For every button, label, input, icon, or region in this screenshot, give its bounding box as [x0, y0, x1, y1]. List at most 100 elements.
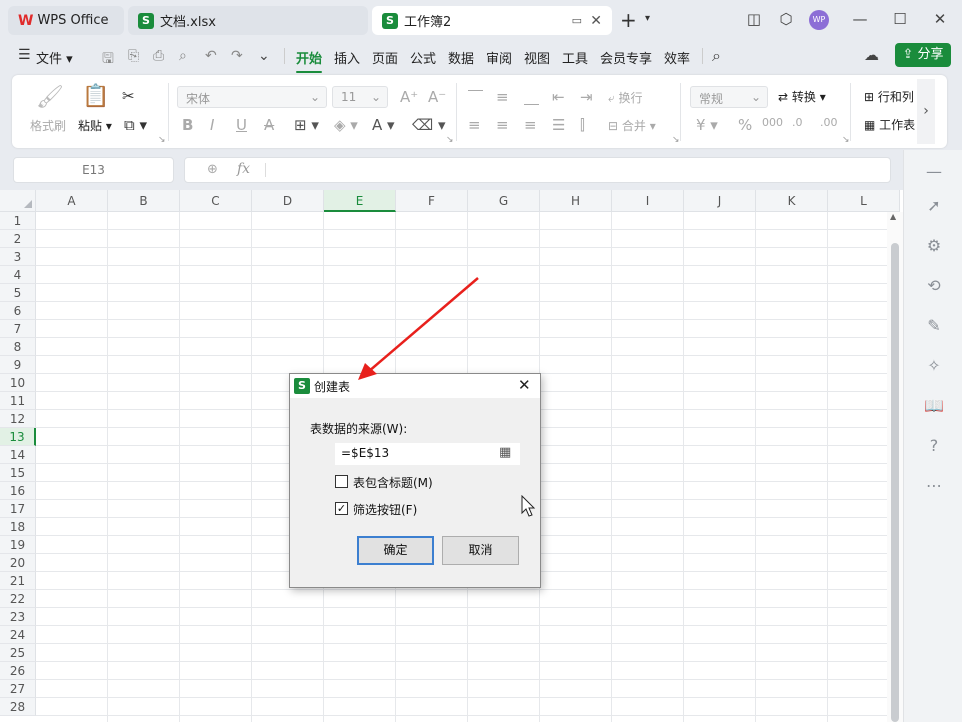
formula-bar[interactable]: ⊕ fx — [184, 157, 891, 183]
row-header[interactable]: 9 — [0, 356, 36, 374]
row-header[interactable]: 27 — [0, 680, 36, 698]
row-header[interactable]: 19 — [0, 536, 36, 554]
new-tab-button[interactable]: + — [620, 8, 637, 32]
tab-wps-office[interactable]: W WPS Office — [8, 6, 124, 35]
align-center-icon[interactable]: ≡ — [496, 116, 509, 134]
transform-icon[interactable]: ⟲ — [924, 276, 944, 295]
row-header[interactable]: 18 — [0, 518, 36, 536]
menu-insert[interactable]: 插入 — [334, 48, 360, 67]
expand-corner-icon[interactable]: ↘ — [158, 135, 166, 145]
align-right-icon[interactable]: ≡ — [524, 116, 537, 134]
name-box[interactable]: E13 — [13, 157, 174, 183]
underline-icon[interactable]: U — [236, 116, 247, 134]
justify-icon[interactable]: ☰ — [552, 116, 565, 134]
tab-workbook2[interactable]: S 工作簿2 ▭ ✕ — [372, 6, 612, 35]
row-header[interactable]: 1 — [0, 212, 36, 230]
increase-decimal-icon[interactable]: .0 — [792, 116, 803, 129]
save-icon[interactable]: 🖫 — [102, 48, 114, 72]
column-header[interactable]: G — [468, 190, 540, 212]
search-icon[interactable]: ⌕ — [712, 46, 721, 66]
align-middle-icon[interactable]: ≡ — [496, 88, 509, 106]
rows-columns-button[interactable]: ⊞ 行和列 — [864, 88, 916, 105]
undo-icon[interactable]: ↶ — [205, 48, 217, 64]
font-size-select[interactable]: 11 ⌄ — [332, 86, 388, 108]
align-top-icon[interactable]: ⎺ — [468, 88, 483, 106]
select-all-corner[interactable] — [0, 190, 36, 212]
chevron-down-icon[interactable]: ▾ — [645, 13, 650, 24]
row-header[interactable]: 4 — [0, 266, 36, 284]
print-icon[interactable]: ⎙ — [153, 48, 164, 64]
decrease-decimal-icon[interactable]: .00 — [820, 116, 838, 129]
row-header[interactable]: 12 — [0, 410, 36, 428]
increase-font-icon[interactable]: A⁺ — [400, 88, 418, 106]
convert-button[interactable]: ⇄ 转换 ▾ — [778, 88, 826, 105]
thousands-icon[interactable]: 000 — [762, 116, 783, 129]
menu-page[interactable]: 页面 — [372, 48, 398, 67]
book-icon[interactable]: 📖 — [924, 396, 944, 415]
column-header[interactable]: A — [36, 190, 108, 212]
row-header[interactable]: 7 — [0, 320, 36, 338]
range-picker-icon[interactable]: ▦ — [499, 445, 511, 460]
wrap-text-button[interactable]: ⤶ 换行 — [608, 89, 643, 106]
cancel-button[interactable]: 取消 — [442, 536, 519, 565]
strikethrough-icon[interactable]: A — [264, 116, 274, 134]
row-header[interactable]: 21 — [0, 572, 36, 590]
minimize-icon[interactable]: — — [850, 10, 870, 28]
column-header[interactable]: I — [612, 190, 684, 212]
ok-button[interactable]: 确定 — [357, 536, 434, 565]
cube-icon[interactable]: ⬡ — [776, 10, 796, 28]
row-header[interactable]: 14 — [0, 446, 36, 464]
help-icon[interactable]: ? — [924, 436, 944, 455]
menu-member[interactable]: 会员专享 — [600, 48, 652, 67]
cursor-select-icon[interactable]: ➚ — [924, 196, 944, 215]
row-header[interactable]: 5 — [0, 284, 36, 302]
row-header[interactable]: 26 — [0, 662, 36, 680]
filter-buttons-label[interactable]: 筛选按钮(F) — [353, 501, 417, 518]
expand-corner-icon[interactable]: ↘ — [842, 135, 850, 145]
worksheet-button[interactable]: ▦ 工作表 — [864, 116, 916, 133]
fx-icon[interactable]: fx — [237, 161, 250, 177]
fill-color-icon[interactable]: ◈ ▾ — [334, 116, 358, 134]
cut-icon[interactable]: ✂ — [122, 87, 135, 105]
row-header[interactable]: 15 — [0, 464, 36, 482]
expand-corner-icon[interactable]: ↘ — [446, 135, 454, 145]
increase-indent-icon[interactable]: ⇥ — [580, 88, 593, 106]
close-icon[interactable]: ✕ — [518, 376, 531, 394]
filter-buttons-checkbox[interactable]: ✓ — [335, 502, 348, 515]
column-header[interactable]: B — [108, 190, 180, 212]
align-bottom-icon[interactable]: ⎽ — [524, 88, 539, 106]
number-format-select[interactable]: 常规 ⌄ — [690, 86, 768, 108]
row-header[interactable]: 16 — [0, 482, 36, 500]
eraser-icon[interactable]: ⌫ ▾ — [412, 116, 446, 134]
menu-data[interactable]: 数据 — [448, 48, 474, 67]
style-icon[interactable]: ✎ — [924, 316, 944, 335]
expand-corner-icon[interactable]: ↘ — [672, 135, 680, 145]
menu-formulas[interactable]: 公式 — [410, 48, 436, 67]
distributed-icon[interactable]: ⫿ — [580, 116, 585, 134]
source-range-input[interactable]: =$E$13 ▦ — [335, 443, 520, 465]
redo-icon[interactable]: ↷ — [231, 48, 243, 64]
currency-icon[interactable]: ¥ ▾ — [696, 116, 718, 134]
share-button[interactable]: ⇪ 分享 — [895, 43, 951, 67]
font-name-select[interactable]: 宋体 ⌄ — [177, 86, 327, 108]
row-header[interactable]: 11 — [0, 392, 36, 410]
row-header[interactable]: 22 — [0, 590, 36, 608]
merge-button[interactable]: ⊟ 合并 ▾ — [608, 117, 656, 134]
row-header[interactable]: 6 — [0, 302, 36, 320]
column-header[interactable]: E — [324, 190, 396, 212]
has-headers-checkbox[interactable] — [335, 475, 348, 488]
row-header[interactable]: 23 — [0, 608, 36, 626]
align-left-icon[interactable]: ≡ — [468, 116, 481, 134]
has-headers-label[interactable]: 表包含标题(M) — [353, 474, 433, 491]
column-header[interactable]: L — [828, 190, 900, 212]
menu-view[interactable]: 视图 — [524, 48, 550, 67]
scroll-thumb[interactable] — [891, 243, 899, 722]
window-mode-icon[interactable]: ▭ — [572, 14, 582, 27]
font-color-icon[interactable]: A ▾ — [372, 116, 395, 134]
close-window-icon[interactable]: ✕ — [930, 10, 950, 28]
decrease-indent-icon[interactable]: ⇤ — [552, 88, 565, 106]
percent-icon[interactable]: % — [738, 116, 752, 134]
italic-icon[interactable]: I — [210, 116, 214, 134]
row-header[interactable]: 20 — [0, 554, 36, 572]
column-header[interactable]: C — [180, 190, 252, 212]
